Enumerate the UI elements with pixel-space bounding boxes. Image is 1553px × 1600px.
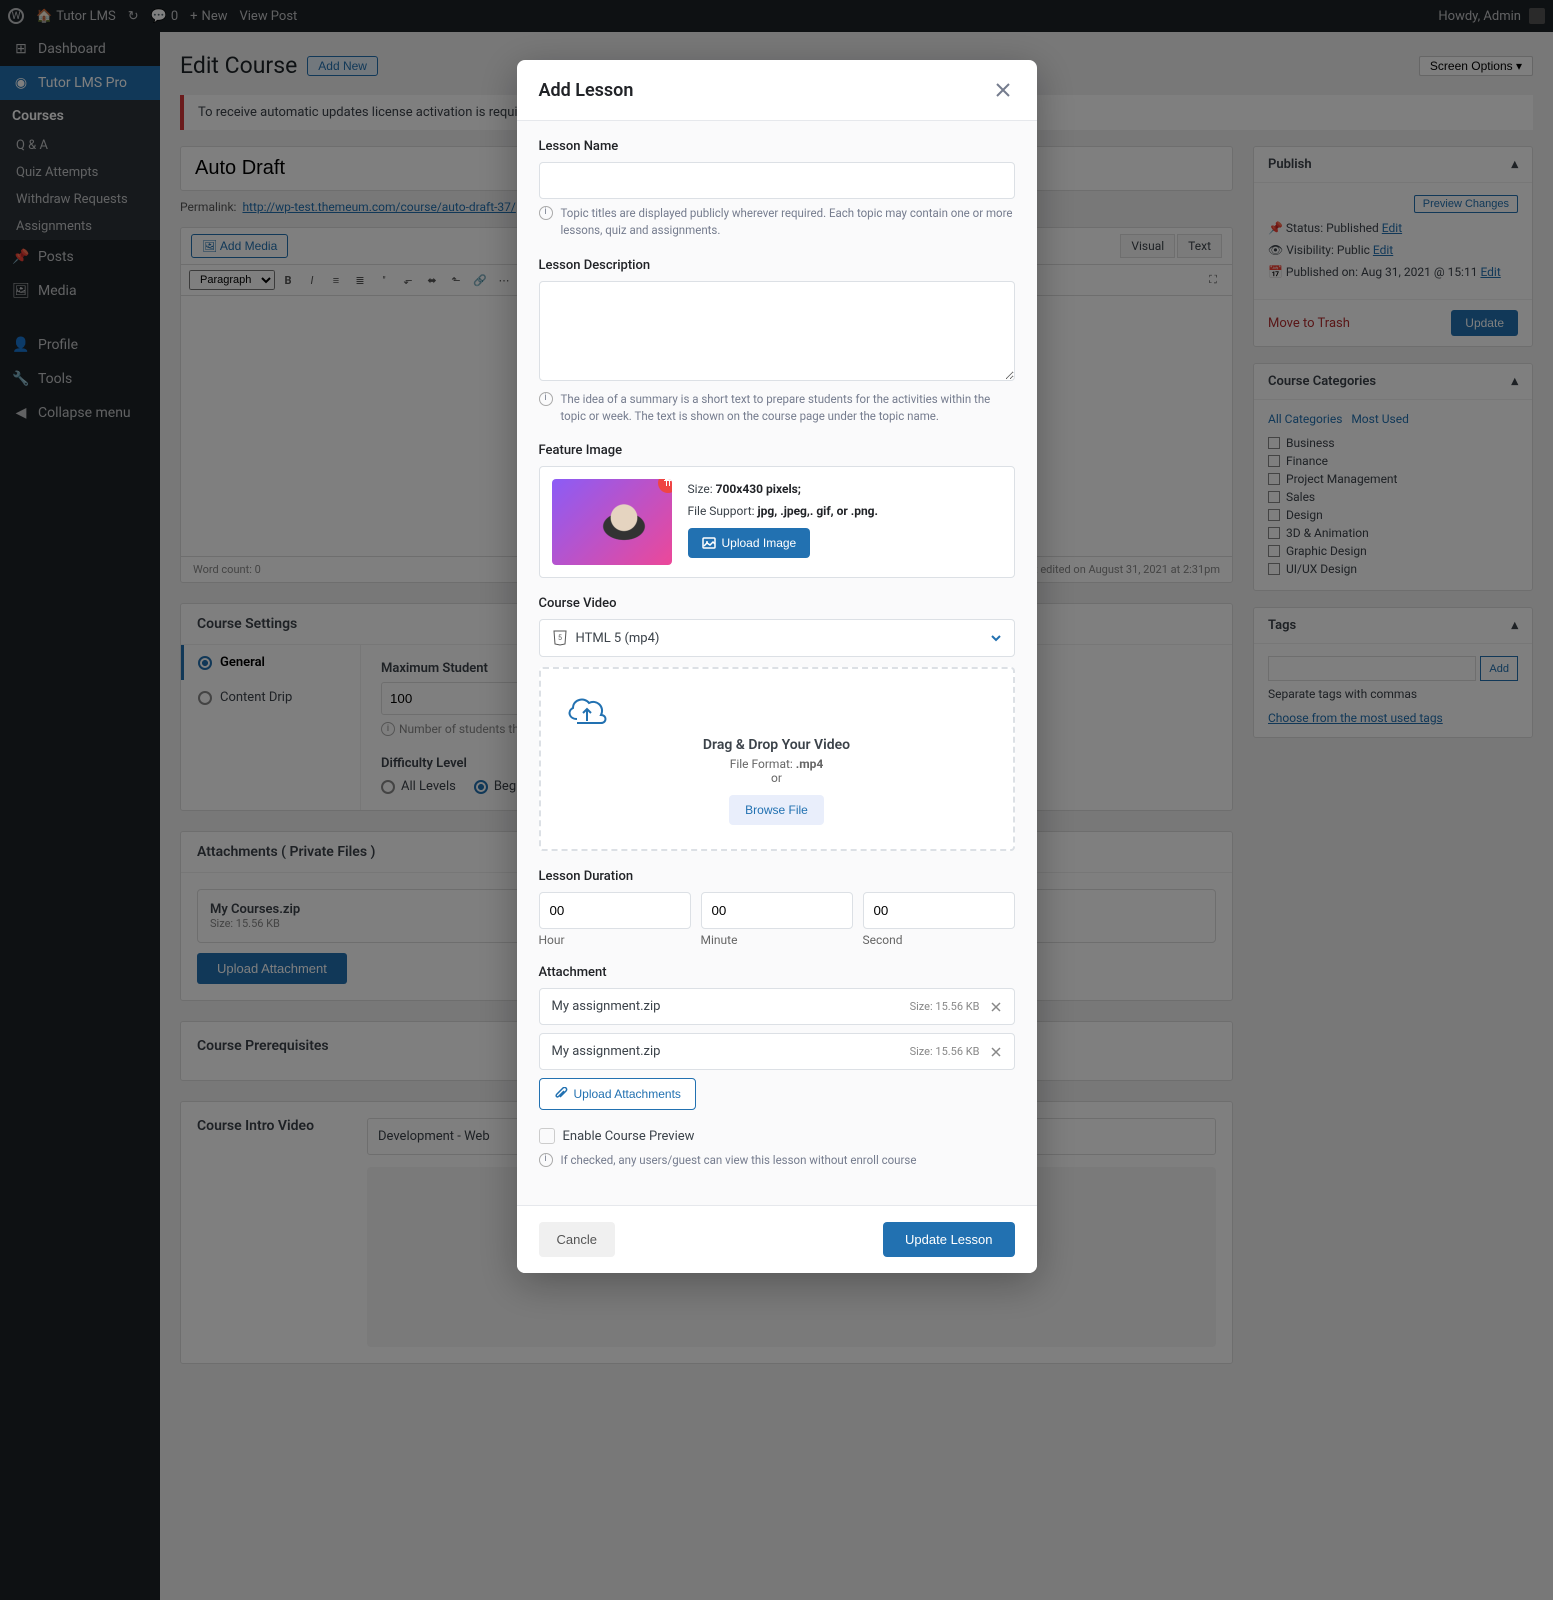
lesson-desc-input[interactable] (539, 281, 1015, 381)
modal-overlay: Add Lesson Lesson Name iTopic titles are… (0, 0, 1553, 1600)
close-icon[interactable] (991, 78, 1015, 102)
lesson-desc-label: Lesson Description (539, 258, 1015, 273)
feature-image-label: Feature Image (539, 443, 1015, 458)
upload-attachments-button[interactable]: Upload Attachments (539, 1078, 696, 1110)
remove-attachment-button[interactable] (990, 1046, 1002, 1058)
delete-image-button[interactable] (658, 479, 672, 493)
browse-file-button[interactable]: Browse File (729, 795, 824, 825)
attachment-label: Attachment (539, 965, 1015, 980)
cancel-button[interactable]: Cancle (539, 1222, 615, 1257)
duration-minute-input[interactable] (701, 892, 853, 929)
modal-title: Add Lesson (539, 80, 634, 101)
attachment-row: My assignment.zip Size: 15.56 KB (539, 988, 1015, 1025)
lesson-name-label: Lesson Name (539, 139, 1015, 154)
duration-label: Lesson Duration (539, 869, 1015, 884)
remove-attachment-button[interactable] (990, 1001, 1002, 1013)
attachment-row: My assignment.zip Size: 15.56 KB (539, 1033, 1015, 1070)
duration-second-input[interactable] (863, 892, 1015, 929)
update-lesson-button[interactable]: Update Lesson (883, 1222, 1014, 1257)
video-dropzone[interactable]: Drag & Drop Your Video File Format: .mp4… (539, 667, 1015, 851)
image-icon (702, 536, 716, 550)
lesson-name-input[interactable] (539, 162, 1015, 199)
feature-image-preview (552, 479, 672, 565)
enable-preview-checkbox[interactable]: Enable Course Preview (539, 1128, 1015, 1144)
chevron-down-icon (990, 632, 1002, 644)
html5-icon: 5 (552, 630, 568, 646)
info-icon: i (539, 206, 553, 220)
svg-text:5: 5 (558, 634, 562, 642)
upload-image-button[interactable]: Upload Image (688, 528, 811, 558)
paperclip-icon (554, 1087, 568, 1101)
course-video-label: Course Video (539, 596, 1015, 611)
info-icon: i (539, 1153, 553, 1167)
dropzone-title: Drag & Drop Your Video (565, 737, 989, 753)
video-type-select[interactable]: 5 HTML 5 (mp4) (539, 619, 1015, 657)
cloud-upload-icon (565, 693, 989, 727)
add-lesson-modal: Add Lesson Lesson Name iTopic titles are… (517, 60, 1037, 1273)
feature-image-info: Size: 700x430 pixels; File Support: jpg,… (688, 479, 879, 565)
info-icon: i (539, 392, 553, 406)
duration-hour-input[interactable] (539, 892, 691, 929)
